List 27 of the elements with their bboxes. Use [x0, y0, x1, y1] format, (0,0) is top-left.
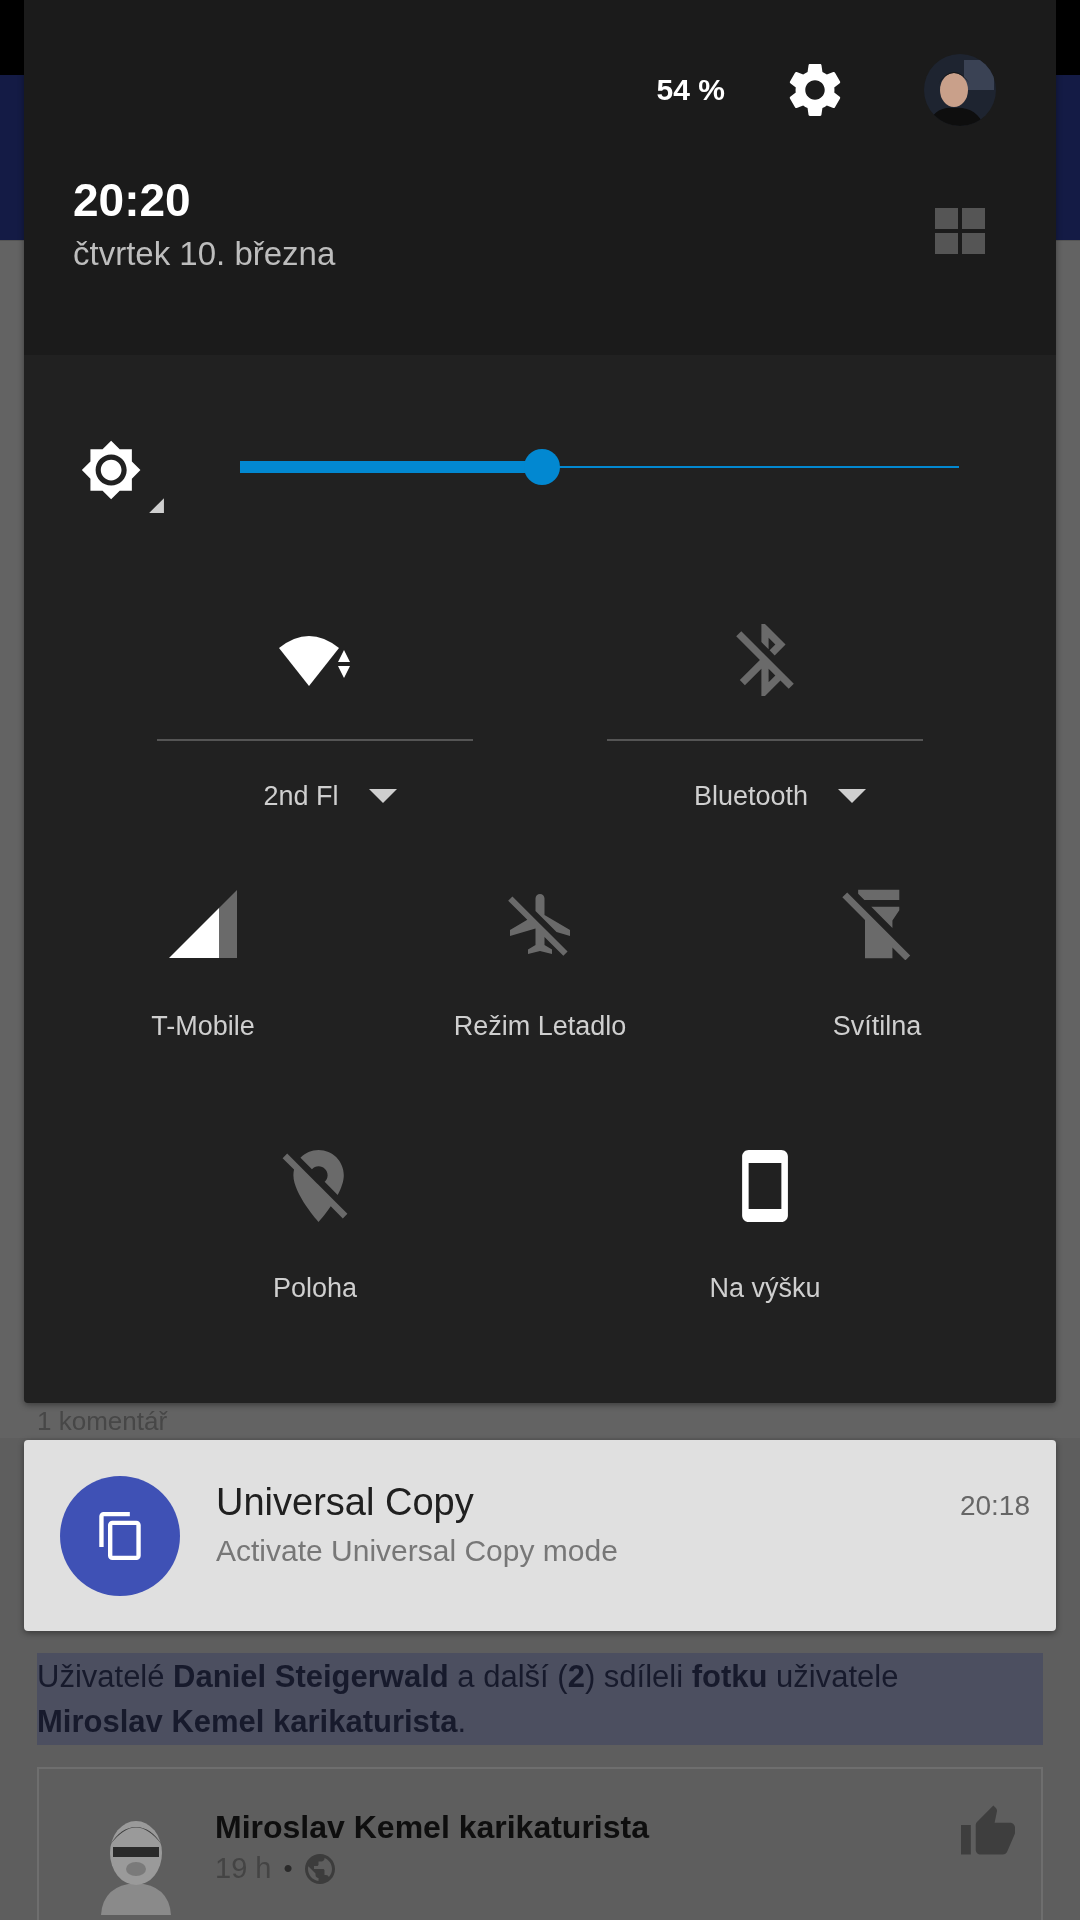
notification-title: Universal Copy	[216, 1480, 475, 1525]
date-text: čtvrtek 10. března	[73, 234, 336, 274]
notification-time: 20:18	[959, 1490, 1030, 1522]
separator-dot: •	[283, 1853, 293, 1884]
tile-label[interactable]: Režim Letadlo	[453, 1009, 627, 1043]
signal-icon[interactable]	[167, 888, 239, 960]
tile-label[interactable]: T-Mobile	[151, 1009, 255, 1043]
dropdown-button[interactable]: 2nd Fl	[263, 779, 397, 813]
brightness-slider[interactable]	[240, 449, 959, 485]
flashlight-off-icon[interactable]	[841, 888, 913, 960]
thumbs-up-icon[interactable]	[961, 1805, 1015, 1855]
notification-text: Activate Universal Copy mode	[216, 1533, 619, 1569]
clock-time: 20:20	[73, 173, 192, 228]
globe-icon	[304, 1853, 335, 1884]
settings-icon[interactable]	[789, 63, 841, 117]
battery-percent: 54 %	[656, 73, 725, 107]
copy-icon	[99, 1512, 141, 1560]
dropdown-button[interactable]: Bluetooth	[693, 779, 867, 813]
tile-label[interactable]: Na výšku	[709, 1271, 821, 1305]
caret-icon	[368, 789, 397, 803]
notification-card[interactable]: Universal Copy Activate Universal Copy mode 20:18	[24, 1440, 1056, 1631]
grid-icon[interactable]	[935, 208, 985, 254]
brightness-icon[interactable]	[80, 439, 164, 513]
tile-label[interactable]: Svítilna	[832, 1009, 922, 1043]
tile-label[interactable]: Poloha	[272, 1271, 358, 1305]
slider-thumb[interactable]	[523, 449, 560, 485]
caret-icon	[838, 789, 867, 803]
